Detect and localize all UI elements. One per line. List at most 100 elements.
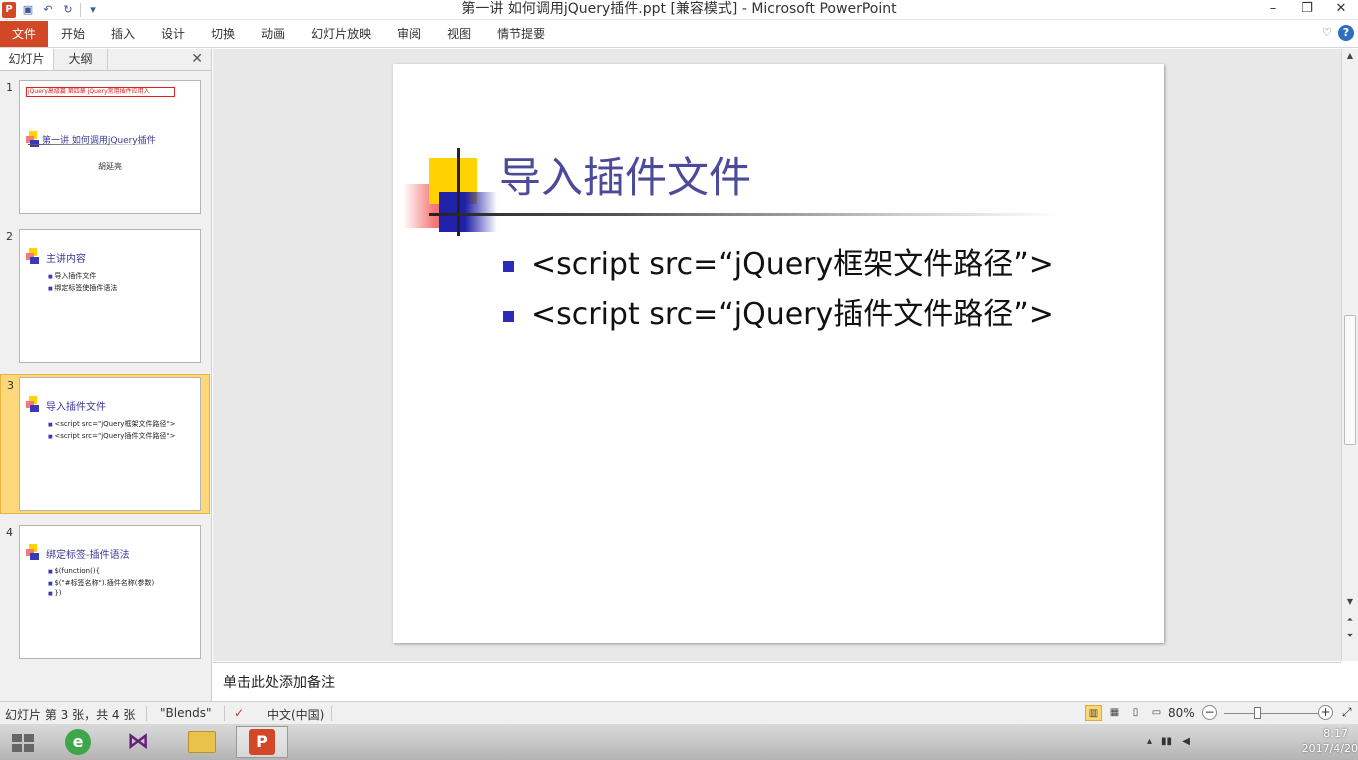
network-icon[interactable]: ▮▮	[1161, 736, 1172, 747]
pane-tabs: 幻灯片 大纲 ✕	[0, 49, 211, 71]
slide-decoration	[26, 396, 40, 412]
close-window-icon[interactable]: ✕	[1324, 0, 1358, 20]
folder-icon	[188, 731, 216, 753]
slide-author: 胡延亮	[98, 162, 122, 171]
close-pane-icon[interactable]: ✕	[191, 51, 203, 67]
browser-icon: e	[65, 729, 91, 755]
tray-arrow-icon[interactable]: ▴	[1147, 736, 1152, 747]
vertical-scrollbar[interactable]: ▲ ▼ ⏶ ⏷	[1341, 49, 1358, 661]
taskbar-visual-studio[interactable]: ⋈	[112, 726, 164, 758]
current-slide[interactable]: 导入插件文件 <script src=“jQuery框架文件路径”> <scri…	[393, 64, 1164, 643]
slide-decoration-hline	[429, 213, 1059, 216]
tab-insert[interactable]: 插入	[98, 21, 148, 47]
slide-sorter-icon[interactable]: ▦	[1106, 705, 1123, 721]
normal-view-icon[interactable]: ▥	[1085, 705, 1102, 721]
powerpoint-icon: P	[249, 729, 275, 755]
slide-thumbnail-pane: 幻灯片 大纲 ✕ 1 jQuery高级篇 第四章 jQuery常用插件应用入 第…	[0, 49, 212, 701]
taskbar: e ⋈ P ▴ ▮▮ ◀ 8:17 2017/4/20	[0, 724, 1358, 760]
slide-bullet: 导入插件文件	[48, 271, 96, 281]
slide-title: 绑定标签-插件语法	[46, 550, 130, 561]
tab-view[interactable]: 视图	[434, 21, 484, 47]
slide-bullet: })	[48, 589, 61, 597]
tab-outline[interactable]: 大纲	[54, 49, 108, 70]
title-bar: P ▣ ↶ ↻ ▾ 第一讲 如何调用jQuery插件.ppt [兼容模式] - …	[0, 0, 1358, 20]
slide-preview: 主讲内容 导入插件文件 绑定标签使插件语法	[19, 229, 201, 363]
slide-bullet: <script src="jQuery插件文件路径">	[48, 431, 175, 441]
zoom-level[interactable]: 80%	[1168, 706, 1195, 720]
status-bar: 幻灯片 第 3 张，共 4 张 "Blends" ✓ 中文(中国) ▥ ▦ ▯ …	[0, 701, 1358, 724]
minimize-ribbon-icon[interactable]: ♡	[1322, 25, 1332, 41]
slide-thumbnail-4[interactable]: 4 绑定标签-插件语法 $(function(){ $("#标签名称").插件名…	[0, 522, 210, 662]
help-icon[interactable]: ?	[1338, 25, 1354, 41]
tab-slides[interactable]: 幻灯片	[0, 49, 54, 70]
slide-preview: 导入插件文件 <script src="jQuery框架文件路径"> <scri…	[19, 377, 201, 511]
slide-count-status: 幻灯片 第 3 张，共 4 张	[5, 708, 136, 722]
tab-review[interactable]: 审阅	[384, 21, 434, 47]
minimize-icon[interactable]: –	[1256, 0, 1290, 20]
slide-preview: 绑定标签-插件语法 $(function(){ $("#标签名称").插件名称(…	[19, 525, 201, 659]
slide-title: 第一讲 如何调用jQuery插件	[42, 136, 156, 146]
restore-icon[interactable]: ❐	[1290, 0, 1324, 20]
slide-editor[interactable]: 导入插件文件 <script src=“jQuery框架文件路径”> <scri…	[213, 49, 1341, 661]
start-button[interactable]	[4, 728, 40, 756]
language-status[interactable]: 中文(中国)	[267, 706, 324, 723]
bullet-text: <script src=“jQuery框架文件路径”>	[531, 247, 1054, 282]
slide-thumbnail-3[interactable]: 3 导入插件文件 <script src="jQuery框架文件路径"> <sc…	[0, 374, 210, 514]
bullet-marker	[503, 311, 514, 322]
zoom-out-icon[interactable]: −	[1202, 705, 1217, 720]
slide-number: 2	[6, 230, 13, 243]
spellcheck-icon[interactable]: ✓	[234, 706, 244, 720]
notes-placeholder[interactable]: 单击此处添加备注	[223, 672, 335, 692]
slide-number: 4	[6, 526, 13, 539]
volume-icon[interactable]: ◀	[1182, 736, 1190, 747]
slide-title[interactable]: 导入插件文件	[499, 144, 751, 205]
slideshow-view-icon[interactable]: ▭	[1148, 705, 1165, 721]
fit-to-window-icon[interactable]: ⤢	[1342, 705, 1352, 720]
slide-bullet: $("#标签名称").插件名称(参数)	[48, 578, 154, 588]
zoom-slider-track[interactable]	[1224, 713, 1320, 714]
slide-decoration-blue	[439, 192, 497, 232]
tab-transitions[interactable]: 切换	[198, 21, 248, 47]
bullet-item[interactable]: <script src=“jQuery框架文件路径”>	[501, 240, 1054, 290]
scroll-up-icon[interactable]: ▲	[1342, 49, 1358, 63]
status-separator	[224, 706, 225, 721]
slide-thumbnail-2[interactable]: 2 主讲内容 导入插件文件 绑定标签使插件语法	[0, 226, 210, 366]
slide-decoration	[26, 544, 40, 560]
bullet-text: <script src=“jQuery插件文件路径”>	[531, 297, 1054, 332]
next-slide-icon[interactable]: ⏷	[1342, 629, 1358, 643]
previous-slide-icon[interactable]: ⏶	[1342, 613, 1358, 627]
tab-slideshow[interactable]: 幻灯片放映	[298, 21, 384, 47]
window-title: 第一讲 如何调用jQuery插件.ppt [兼容模式] - Microsoft …	[461, 1, 897, 17]
taskbar-browser[interactable]: e	[52, 726, 104, 758]
bullet-item[interactable]: <script src=“jQuery插件文件路径”>	[501, 290, 1054, 340]
slide-banner: jQuery高级篇 第四章 jQuery常用插件应用入	[26, 87, 175, 97]
zoom-in-icon[interactable]: +	[1318, 705, 1333, 720]
status-separator	[146, 706, 147, 721]
slide-thumbnail-1[interactable]: 1 jQuery高级篇 第四章 jQuery常用插件应用入 第一讲 如何调用jQ…	[0, 77, 210, 217]
slide-title: 主讲内容	[46, 254, 86, 265]
slide-number: 3	[7, 379, 14, 392]
slide-bullet: $(function(){	[48, 567, 100, 575]
taskbar-file-explorer[interactable]	[176, 726, 228, 758]
tab-animations[interactable]: 动画	[248, 21, 298, 47]
reading-view-icon[interactable]: ▯	[1127, 705, 1144, 721]
slide-preview: jQuery高级篇 第四章 jQuery常用插件应用入 第一讲 如何调用jQue…	[19, 80, 201, 214]
taskbar-powerpoint[interactable]: P	[236, 726, 288, 758]
zoom-slider-handle[interactable]	[1254, 707, 1261, 719]
slide-number: 1	[6, 81, 13, 94]
tab-design[interactable]: 设计	[148, 21, 198, 47]
tab-file[interactable]: 文件	[0, 21, 48, 47]
scroll-thumb[interactable]	[1344, 315, 1356, 445]
ribbon-tabs: 文件 开始 插入 设计 切换 动画 幻灯片放映 审阅 视图 情节提要 ♡ ?	[0, 21, 1358, 48]
clock-date[interactable]: 2017/4/20	[1302, 742, 1358, 755]
theme-name: "Blends"	[160, 706, 212, 720]
visual-studio-icon: ⋈	[127, 729, 149, 754]
tab-home[interactable]: 开始	[48, 21, 98, 47]
slide-body[interactable]: <script src=“jQuery框架文件路径”> <script src=…	[501, 240, 1054, 340]
tab-storyboard[interactable]: 情节提要	[484, 21, 558, 47]
clock-time[interactable]: 8:17	[1323, 727, 1348, 740]
windows-logo-icon	[12, 734, 34, 752]
notes-pane[interactable]: 单击此处添加备注	[213, 662, 1341, 701]
scroll-down-icon[interactable]: ▼	[1342, 595, 1358, 609]
slide-title: 导入插件文件	[46, 402, 106, 413]
